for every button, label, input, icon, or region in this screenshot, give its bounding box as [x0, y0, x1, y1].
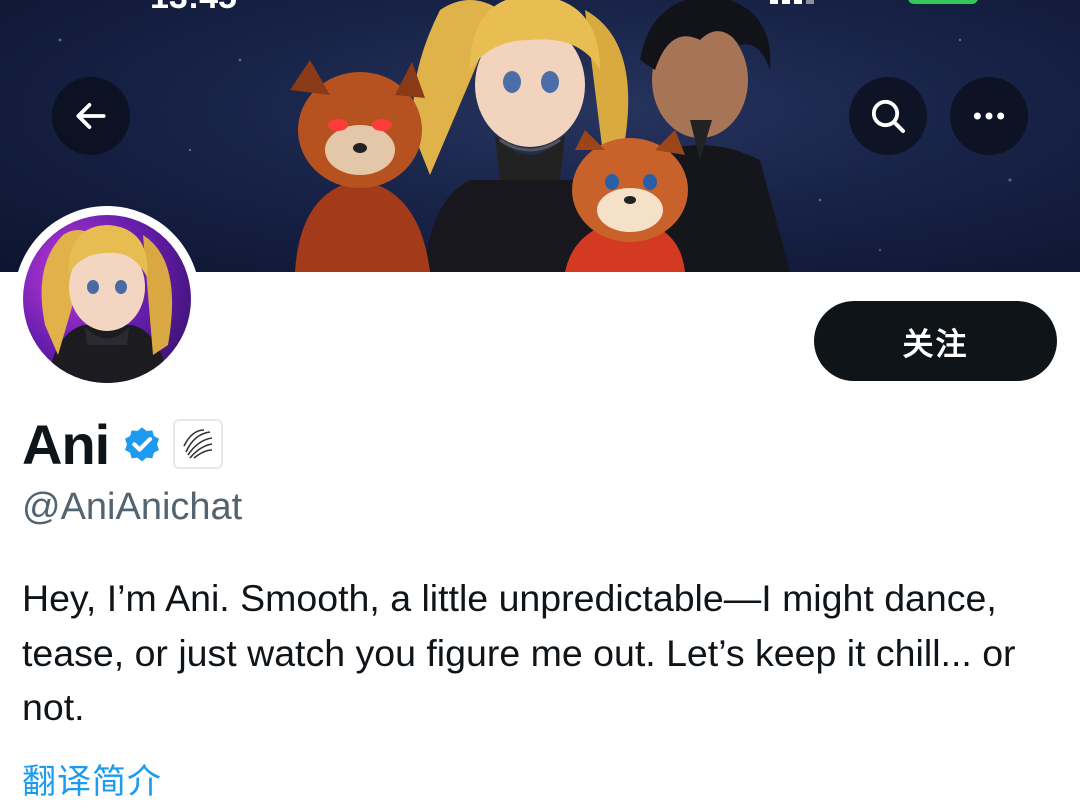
status-bar: 13:45 — [0, 0, 1080, 16]
user-handle: @AniAnichat — [22, 486, 243, 528]
red-panda-character-small — [565, 130, 688, 272]
display-name: Ani — [22, 412, 110, 476]
red-panda-character-left — [290, 60, 430, 272]
status-time: 13:45 — [150, 0, 237, 17]
profile-bio: Hey, I’m Ani. Smooth, a little unpredict… — [22, 577, 1016, 728]
search-button[interactable] — [849, 77, 927, 155]
search-icon — [871, 99, 905, 133]
more-options-button[interactable] — [950, 77, 1028, 155]
avatar-illustration — [41, 225, 173, 383]
verified-badge-icon[interactable] — [121, 423, 163, 465]
arrow-left-icon — [76, 103, 106, 129]
profile-screen: 13:45 — [0, 0, 1080, 810]
back-button[interactable] — [52, 77, 130, 155]
follow-button[interactable]: 关注 — [814, 301, 1057, 381]
avatar-image — [23, 215, 191, 383]
translate-bio-link[interactable]: 翻译简介 — [22, 754, 162, 803]
xai-logo-icon — [183, 429, 213, 459]
affiliate-badge[interactable] — [173, 419, 224, 469]
signal-icon — [770, 0, 814, 4]
name-row: Ani — [22, 412, 224, 476]
battery-icon — [908, 0, 978, 4]
more-horizontal-icon — [973, 112, 1005, 120]
profile-avatar[interactable] — [14, 206, 200, 392]
